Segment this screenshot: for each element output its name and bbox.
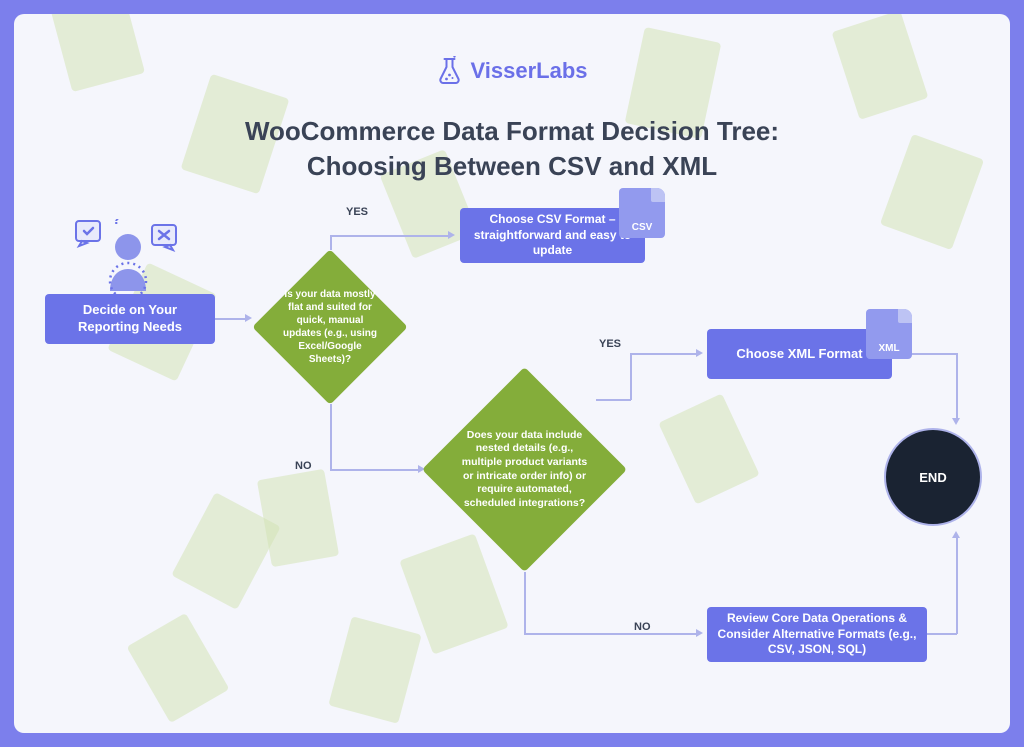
decision-flat-data-label: Is your data mostly flat and suited for …	[283, 288, 377, 366]
brand-name: VisserLabs	[470, 58, 587, 84]
xml-result-node: Choose XML Format	[707, 329, 892, 379]
page-title: WooCommerce Data Format Decision Tree:Ch…	[212, 114, 812, 184]
end-node: END	[884, 428, 982, 526]
arrow-icon	[448, 231, 455, 239]
arrow-icon	[696, 349, 703, 357]
flask-icon	[436, 56, 462, 86]
csv-file-icon: CSV	[619, 188, 665, 238]
connector	[330, 469, 420, 471]
arrow-icon	[952, 418, 960, 425]
start-label: Decide on Your Reporting Needs	[53, 302, 207, 336]
connector	[330, 404, 332, 470]
connector	[215, 318, 245, 320]
connector	[630, 353, 632, 400]
xml-file-icon: XML	[866, 309, 912, 359]
connector	[330, 235, 448, 237]
xml-result-label: Choose XML Format	[736, 346, 862, 363]
brand-logo: VisserLabs	[436, 56, 587, 86]
yes-label: YES	[346, 206, 368, 218]
csv-result-label: Choose CSV Format – straightforward and …	[468, 212, 637, 259]
connector	[956, 537, 958, 634]
svg-text:?: ?	[130, 219, 136, 222]
no-label: NO	[295, 460, 312, 472]
connector	[330, 235, 332, 250]
connector	[596, 399, 631, 401]
connector	[524, 633, 696, 635]
xml-badge-text: XML	[878, 343, 899, 354]
decision-nested-data: Does your data include nested details (e…	[422, 367, 627, 572]
csv-result-node: Choose CSV Format – straightforward and …	[460, 208, 645, 263]
arrow-icon	[952, 531, 960, 538]
svg-text:?: ?	[112, 219, 121, 228]
yes-label: YES	[599, 338, 621, 350]
csv-badge-text: CSV	[632, 222, 653, 233]
alternative-formats-node: Review Core Data Operations & Consider A…	[707, 607, 927, 662]
arrow-icon	[245, 314, 252, 322]
no-label: NO	[634, 621, 651, 633]
arrow-icon	[696, 629, 703, 637]
end-label: END	[919, 470, 946, 485]
alternative-formats-label: Review Core Data Operations & Consider A…	[715, 611, 919, 658]
decision-nested-data-label: Does your data include nested details (e…	[460, 429, 589, 511]
decision-flat-data: Is your data mostly flat and suited for …	[252, 249, 408, 405]
connector	[630, 353, 696, 355]
person-thinking-icon: ? ?	[72, 219, 187, 302]
connector	[927, 633, 957, 635]
connector	[956, 353, 958, 419]
connector	[524, 572, 526, 634]
